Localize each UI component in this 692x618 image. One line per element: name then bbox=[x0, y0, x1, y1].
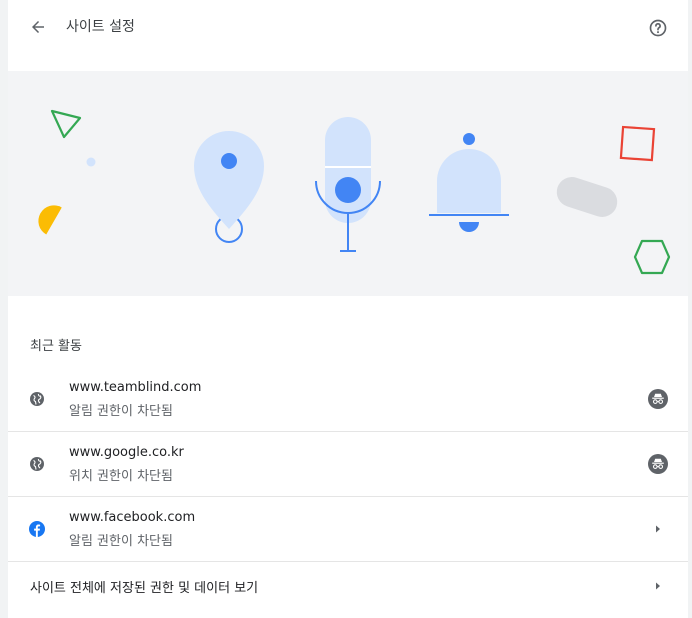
incognito-icon bbox=[648, 454, 668, 474]
recent-site-row[interactable]: www.facebook.com 알림 권한이 차단됨 bbox=[8, 496, 688, 561]
location-pin-icon bbox=[194, 131, 264, 243]
window-frame-right bbox=[688, 0, 692, 618]
site-status: 알림 권한이 차단됨 bbox=[69, 404, 173, 419]
incognito-icon bbox=[648, 389, 668, 409]
notification-bell-icon bbox=[429, 133, 509, 232]
small-dot-shape bbox=[86, 157, 96, 167]
window-frame-left bbox=[0, 0, 8, 618]
site-settings-panel: 사이트 설정 최근 활동 www.teamblind.com 알림 권한이 차단… bbox=[8, 0, 688, 618]
facebook-icon bbox=[29, 521, 45, 537]
open-site-button[interactable] bbox=[647, 518, 669, 540]
recent-activity-heading: 최근 활동 bbox=[30, 339, 82, 354]
red-square-shape bbox=[619, 125, 656, 162]
site-name: www.teamblind.com bbox=[69, 380, 202, 395]
incognito-button[interactable] bbox=[647, 453, 669, 475]
page-title: 사이트 설정 bbox=[66, 19, 135, 35]
green-triangle-shape bbox=[50, 109, 82, 139]
recent-site-row[interactable]: www.google.co.kr 위치 권한이 차단됨 bbox=[8, 431, 688, 496]
microphone-icon bbox=[315, 117, 381, 252]
arrow-back-icon bbox=[32, 21, 44, 33]
recent-site-row[interactable]: www.teamblind.com 알림 권한이 차단됨 bbox=[8, 367, 688, 431]
page-header: 사이트 설정 bbox=[8, 0, 688, 54]
all-sites-label: 사이트 전체에 저장된 권한 및 데이터 보기 bbox=[30, 581, 259, 596]
site-name: www.facebook.com bbox=[69, 510, 196, 525]
yellow-semicircle-shape bbox=[38, 205, 62, 235]
globe-icon bbox=[30, 392, 44, 406]
chevron-right-icon bbox=[656, 525, 660, 533]
site-name: www.google.co.kr bbox=[69, 445, 184, 460]
help-icon bbox=[649, 19, 667, 37]
green-hexagon-shape bbox=[633, 239, 671, 275]
site-status: 알림 권한이 차단됨 bbox=[69, 534, 173, 549]
site-status: 위치 권한이 차단됨 bbox=[69, 469, 173, 484]
grey-pill-shape bbox=[556, 177, 618, 217]
globe-icon bbox=[30, 457, 44, 471]
all-sites-arrow[interactable] bbox=[647, 575, 669, 597]
all-sites-row[interactable]: 사이트 전체에 저장된 권한 및 데이터 보기 bbox=[8, 561, 688, 612]
permissions-banner bbox=[8, 71, 688, 296]
banner-illustration bbox=[38, 109, 671, 275]
incognito-button[interactable] bbox=[647, 388, 669, 410]
back-button[interactable] bbox=[24, 13, 52, 41]
help-button[interactable] bbox=[644, 14, 672, 42]
chevron-right-icon bbox=[656, 582, 660, 590]
